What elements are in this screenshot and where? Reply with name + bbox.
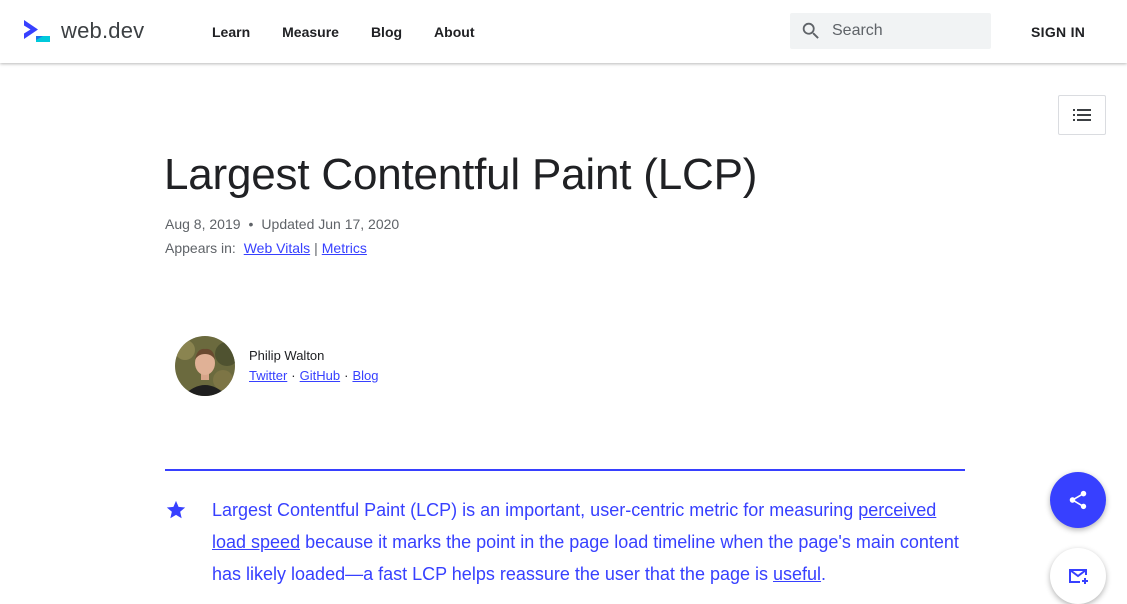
collection-link-metrics[interactable]: Metrics — [322, 240, 367, 256]
nav-learn[interactable]: Learn — [212, 24, 250, 40]
updated-date: Updated Jun 17, 2020 — [261, 216, 400, 232]
author-links: Twitter · GitHub · Blog — [249, 368, 378, 383]
sign-in-button[interactable]: SIGN IN — [1031, 24, 1085, 40]
callout-divider — [165, 469, 965, 471]
appears-in: Appears in: Web Vitals | Metrics — [165, 240, 367, 256]
callout-text-part: Largest Contentful Paint (LCP) is an imp… — [212, 500, 859, 520]
author-link-separator: · — [344, 368, 349, 383]
author-link-separator: · — [291, 368, 296, 383]
collection-link-web-vitals[interactable]: Web Vitals — [244, 240, 310, 256]
site-name: web.dev — [61, 18, 145, 43]
author-name: Philip Walton — [249, 348, 325, 363]
nav-about[interactable]: About — [434, 24, 474, 40]
search-input[interactable] — [830, 21, 984, 41]
mail-icon — [1069, 569, 1088, 584]
author-github-link[interactable]: GitHub — [300, 368, 340, 383]
author-twitter-link[interactable]: Twitter — [249, 368, 287, 383]
published-date: Aug 8, 2019 — [165, 216, 241, 232]
site-logo[interactable]: web.dev — [23, 18, 144, 44]
callout-text: Largest Contentful Paint (LCP) is an imp… — [212, 494, 960, 590]
nav-measure[interactable]: Measure — [282, 24, 339, 40]
nav-blog[interactable]: Blog — [371, 24, 402, 40]
appears-in-label: Appears in: — [165, 240, 236, 256]
author-blog-link[interactable]: Blog — [352, 368, 378, 383]
share-icon — [1069, 490, 1087, 510]
subscribe-button[interactable] — [1050, 548, 1106, 604]
useful-link[interactable]: useful — [773, 564, 821, 584]
article-dates: Aug 8, 2019 • Updated Jun 17, 2020 — [165, 216, 399, 232]
search-icon — [802, 22, 819, 39]
web-dev-logo-icon — [24, 20, 50, 42]
list-icon — [1073, 109, 1091, 121]
date-separator: • — [248, 216, 254, 232]
collection-separator: | — [314, 240, 318, 256]
author-avatar[interactable] — [175, 336, 235, 396]
author-photo — [175, 336, 235, 396]
top-app-bar: web.dev Learn Measure Blog About SIGN IN — [0, 0, 1127, 63]
star-icon — [166, 500, 186, 519]
callout-text-part: . — [821, 564, 827, 584]
table-of-contents-button[interactable] — [1058, 95, 1106, 135]
main-nav: Learn Measure Blog About — [212, 0, 506, 63]
callout-text-part: because it marks the point in the page l… — [212, 532, 959, 584]
search-box[interactable] — [790, 13, 991, 49]
share-button[interactable] — [1050, 472, 1106, 528]
article-title: Largest Contentful Paint (LCP) — [164, 150, 758, 199]
